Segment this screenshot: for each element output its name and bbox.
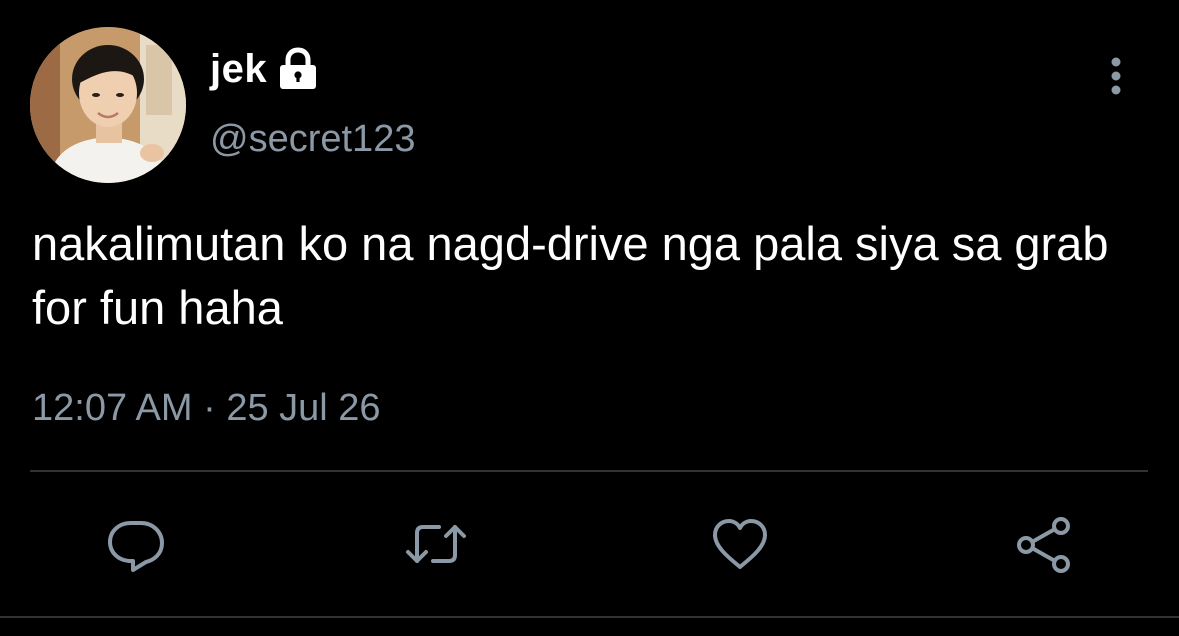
tweet-text: nakalimutan ko na nagd-drive nga pala si…: [32, 217, 1109, 334]
retweet-icon: [405, 515, 466, 573]
heart-icon: [710, 515, 770, 573]
tweet-detail: jek @secret123 nakalimutan ko na nagd-dr…: [0, 0, 1179, 636]
more-vertical-icon[interactable]: [1096, 54, 1136, 98]
divider: [30, 470, 1148, 472]
author-name-row: jek: [210, 44, 319, 94]
username-handle[interactable]: @secret123: [210, 118, 415, 161]
like-button[interactable]: [710, 515, 770, 573]
reply-button[interactable]: [106, 515, 166, 573]
avatar[interactable]: [30, 27, 186, 183]
share-button[interactable]: [1014, 515, 1074, 573]
retweet-button[interactable]: [405, 515, 466, 573]
display-name[interactable]: jek: [210, 47, 267, 92]
reply-icon: [106, 515, 166, 573]
lock-icon: [277, 47, 319, 91]
tweet-timestamp[interactable]: 12:07 AM · 25 Jul 26: [32, 387, 381, 430]
bottom-divider: [0, 616, 1179, 618]
share-icon: [1014, 515, 1074, 573]
